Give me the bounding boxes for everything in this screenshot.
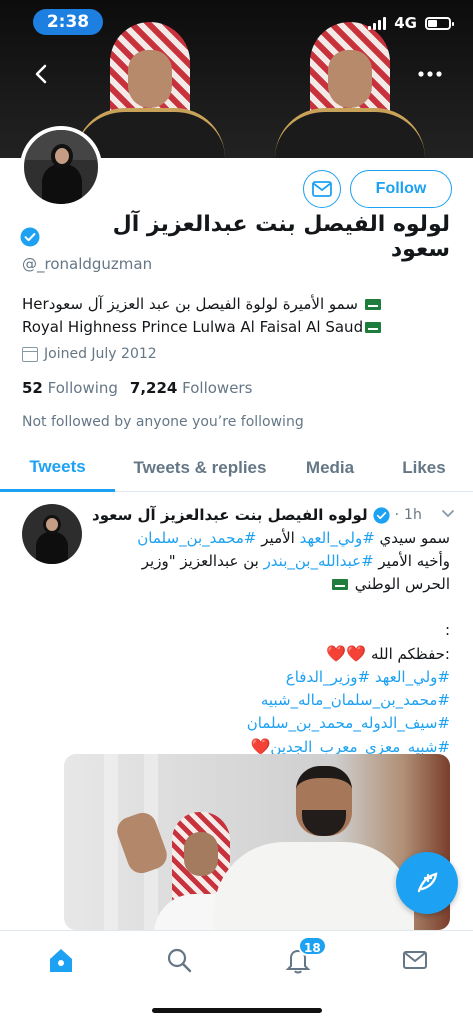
battery-icon <box>425 16 454 30</box>
tab-likes[interactable]: Likes <box>375 444 473 492</box>
tweet-menu-button[interactable] <box>440 508 456 520</box>
profile-handle: @_ronaldguzman <box>22 255 153 273</box>
calendar-icon <box>22 346 38 362</box>
tweet-text-span: الأمير <box>256 529 300 547</box>
bio-line-1: سمو الأميرة لولوة الفيصل بن عبد العزيز آ… <box>22 293 442 316</box>
tab-media[interactable]: Media <box>285 444 375 492</box>
followers-link[interactable]: 7,224 Followers <box>130 379 253 397</box>
tweet-text-span: سمو سيدي <box>374 529 450 547</box>
verified-badge-icon <box>20 227 40 247</box>
profile-name-row: لولوه الفيصل بنت عبدالعزيز آل سعود <box>20 212 450 262</box>
status-time: 2:38 <box>33 9 103 35</box>
tweet-time: 1h <box>404 507 422 523</box>
bio-line-1-text: سمو الأميرة لولوة الفيصل بن عبد العزيز آ… <box>22 295 358 313</box>
bio-line-2: Royal Highness Prince Lulwa Al Faisal Al… <box>22 316 442 339</box>
hashtag-link[interactable]: #ولي_العهد <box>300 529 375 547</box>
chevron-down-icon <box>442 510 454 518</box>
saudi-flag-icon <box>331 579 348 590</box>
compose-tweet-button[interactable] <box>396 852 458 914</box>
hashtag-link[interactable]: #محمد_بن_سلمان_ماله_شبيه <box>261 691 450 709</box>
tweet-line: #سيف_الدوله_محمد_بن_سلمان <box>96 712 450 735</box>
tweet-line: :حفظكم الله ❤️❤️ <box>96 642 450 666</box>
saudi-flag-icon <box>365 322 382 333</box>
tweet-text-span: بن عبدالعزيز "وزير <box>141 552 264 570</box>
tweet-line <box>96 596 450 619</box>
heart-emoji-icon: ❤️ <box>326 644 347 663</box>
joined-date: Joined July 2012 <box>22 346 157 362</box>
verified-badge-icon <box>373 506 390 524</box>
profile-bio: سمو الأميرة لولوة الفيصل بن عبد العزيز آ… <box>22 293 442 339</box>
followers-count: 7,224 <box>129 379 178 397</box>
saudi-flag-icon <box>364 299 381 310</box>
profile-tabs: Tweets Tweets & replies Media Likes <box>0 444 473 492</box>
more-horizontal-icon <box>418 71 442 77</box>
chevron-left-icon <box>35 64 47 84</box>
not-followed-notice: Not followed by anyone you’re following <box>22 414 304 430</box>
back-button[interactable] <box>28 60 56 88</box>
hashtag-link[interactable]: #سيف_الدوله_محمد_بن_سلمان <box>247 714 450 732</box>
photo-figure-right-body <box>214 842 414 930</box>
nav-home[interactable] <box>46 945 76 975</box>
hashtag-link[interactable]: #عبدالله_بن_بندر <box>264 552 374 570</box>
nav-search[interactable] <box>164 945 194 975</box>
message-button[interactable] <box>303 170 341 208</box>
following-link[interactable]: 52 Following <box>22 379 118 397</box>
tweet-text-span: الحرس الوطني <box>354 575 450 593</box>
profile-avatar[interactable] <box>20 126 102 208</box>
tweet-author-avatar[interactable] <box>22 504 82 564</box>
tweet-text-span: :حفظكم الله <box>366 645 450 663</box>
tweet-text: سمو سيدي #ولي_العهد الأمير #محمد_بن_سلما… <box>96 527 450 759</box>
home-indicator[interactable] <box>152 1008 322 1013</box>
status-indicators: 4G <box>368 14 454 32</box>
mail-icon <box>312 181 332 197</box>
hashtag-link[interactable]: #محمد_بن_سلمان <box>137 529 256 547</box>
tweet-separator: · <box>394 507 400 523</box>
following-count: 52 <box>22 379 43 397</box>
more-options-button[interactable] <box>415 60 445 88</box>
mail-icon <box>403 951 427 969</box>
tab-tweets-and-replies[interactable]: Tweets & replies <box>115 444 285 492</box>
following-label: Following <box>47 379 118 397</box>
heart-emoji-icon: ❤️ <box>346 644 367 663</box>
tweet-text-span: وأخيه الأمير <box>373 552 450 570</box>
signal-icon <box>368 16 387 30</box>
nav-messages[interactable] <box>400 945 430 975</box>
bio-line-2-text: Royal Highness Prince Lulwa Al Faisal Al… <box>22 318 364 336</box>
tweet-line: الحرس الوطني <box>96 573 450 596</box>
follow-button[interactable]: Follow <box>350 170 452 208</box>
photo-hand <box>113 808 171 878</box>
tweet-author-name[interactable]: لولوه الفيصل بنت عبدالعزيز آل سعود <box>92 506 368 524</box>
photo-figure-left-face <box>184 832 218 876</box>
hashtag-link[interactable]: #ولي_العهد #وزير_الدفاع <box>286 668 450 686</box>
tweet-text-span: : <box>444 621 450 639</box>
joined-text: Joined July 2012 <box>44 346 157 362</box>
network-label: 4G <box>394 14 417 32</box>
search-icon <box>167 948 192 973</box>
tweet-line: #محمد_بن_سلمان_ماله_شبيه <box>96 689 450 712</box>
tweet-photo[interactable] <box>64 754 450 930</box>
tab-tweets[interactable]: Tweets <box>0 444 115 492</box>
photo-background <box>104 754 118 930</box>
tweet-line: سمو سيدي #ولي_العهد الأمير #محمد_بن_سلما… <box>96 527 450 550</box>
notification-badge: 18 <box>298 936 327 956</box>
followers-label: Followers <box>182 379 253 397</box>
tweet-line: وأخيه الأمير #عبدالله_بن_بندر بن عبدالعز… <box>96 550 450 573</box>
compose-feather-icon <box>417 872 438 893</box>
tweet-header: لولوه الفيصل بنت عبدالعزيز آل سعود · 1h <box>92 503 462 527</box>
follow-counts: 52 Following 7,224 Followers <box>22 379 252 397</box>
home-icon <box>50 949 72 972</box>
tweet-line: #ولي_العهد #وزير_الدفاع <box>96 666 450 689</box>
tweet-line: : <box>96 619 450 642</box>
